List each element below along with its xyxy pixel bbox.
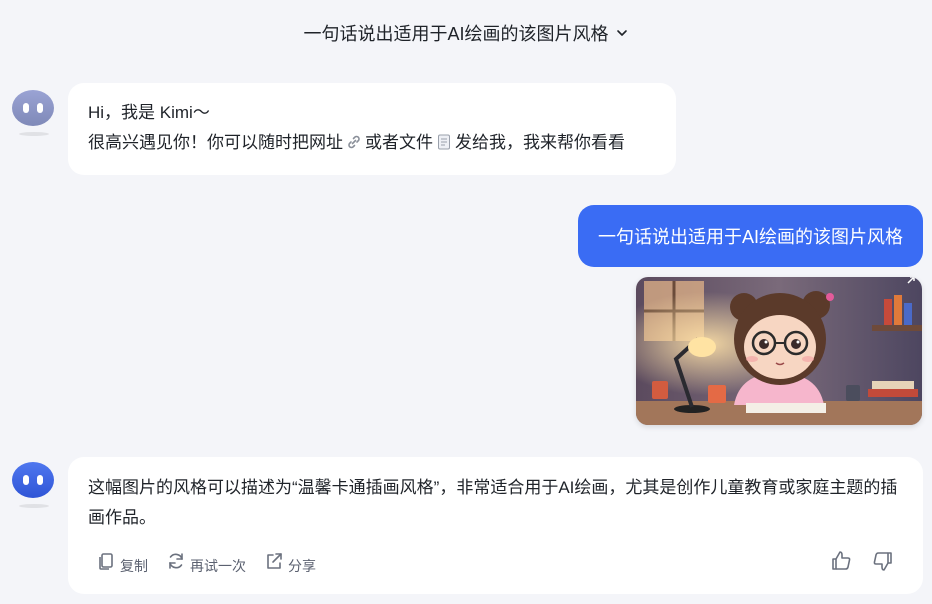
share-icon [264, 551, 284, 581]
retry-button[interactable]: 再试一次 [166, 551, 246, 581]
retry-label: 再试一次 [190, 558, 246, 574]
conversation-title[interactable]: 一句话说出适用于AI绘画的该图片风格 [0, 20, 932, 46]
copy-button[interactable]: 复制 [96, 551, 148, 581]
assistant-answer: 这幅图片的风格可以描述为“温馨卡通插画风格”，非常适合用于AI绘画，尤其是创作儿… [68, 457, 923, 594]
expand-icon[interactable] [902, 277, 918, 291]
greeting-line-2: 很高兴遇见你！你可以随时把网址 或者文件 发给我，我来帮你看看 [88, 128, 656, 158]
greeting-text-part3: 发给我，我来帮你看看 [455, 133, 625, 152]
greeting-text-part1: 很高兴遇见你！你可以随时把网址 [88, 133, 343, 152]
answer-actions: 复制 再试一次 分享 [96, 551, 316, 581]
cartoon-girl-illustration [636, 277, 922, 425]
feedback-buttons [829, 549, 895, 583]
share-label: 分享 [288, 558, 316, 574]
file-icon [435, 131, 453, 150]
copy-label: 复制 [120, 558, 148, 574]
conversation-title-text: 一句话说出适用于AI绘画的该图片风格 [303, 24, 609, 44]
copy-icon [96, 551, 116, 581]
kimi-avatar-icon [11, 458, 55, 508]
thumbs-up-icon[interactable] [829, 549, 853, 583]
kimi-avatar-icon [11, 86, 55, 136]
greeting-message: Hi，我是 Kimi～ 很高兴遇见你！你可以随时把网址 或者文件 发给我，我来帮你看… [68, 83, 676, 175]
uploaded-image[interactable] [636, 277, 922, 425]
user-message-text: 一句话说出适用于AI绘画的该图片风格 [597, 227, 903, 247]
greeting-text-part2: 或者文件 [365, 133, 433, 152]
thumbs-down-icon[interactable] [871, 549, 895, 583]
share-button[interactable]: 分享 [264, 551, 316, 581]
greeting-line-1: Hi，我是 Kimi～ [88, 103, 210, 122]
chevron-down-icon[interactable] [615, 26, 629, 40]
link-icon [345, 131, 363, 149]
user-message: 一句话说出适用于AI绘画的该图片风格 [578, 205, 923, 267]
answer-text: 这幅图片的风格可以描述为“温馨卡通插画风格”，非常适合用于AI绘画，尤其是创作儿… [88, 478, 898, 527]
refresh-icon [166, 551, 186, 581]
